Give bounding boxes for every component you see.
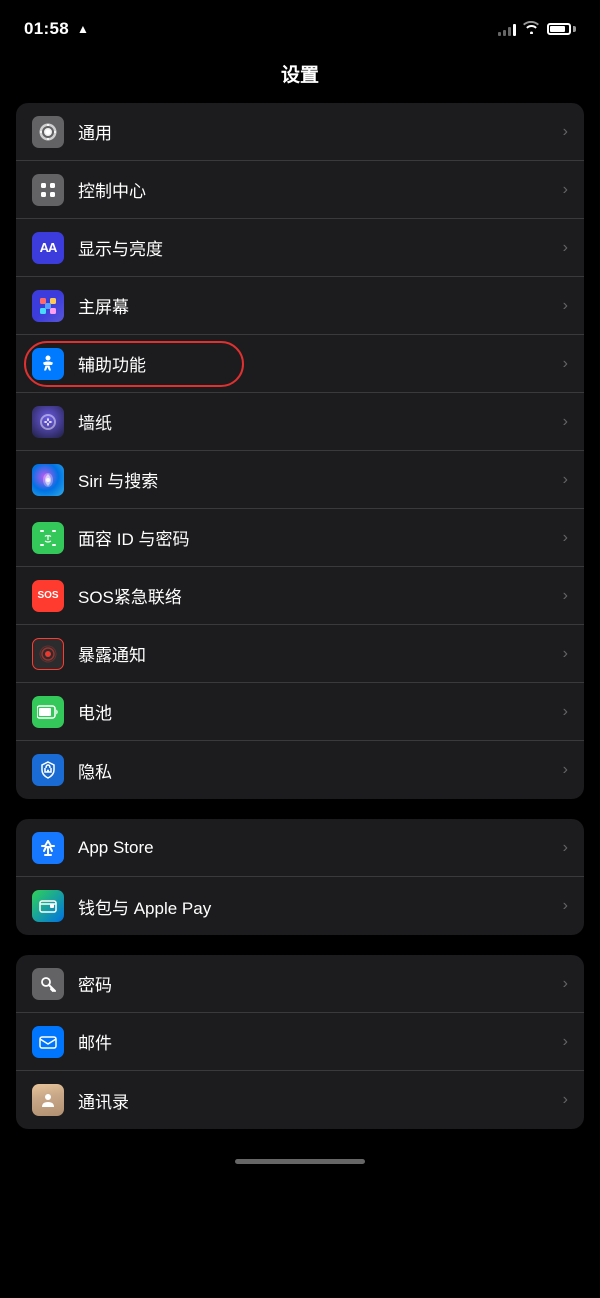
privacy-icon: [32, 754, 64, 786]
settings-row-privacy[interactable]: 隐私 ›: [16, 741, 584, 799]
settings-row-mail[interactable]: 邮件 ›: [16, 1013, 584, 1071]
contacts-label: 通讯录: [78, 1088, 555, 1113]
faceid-label: 面容 ID 与密码: [78, 525, 555, 550]
exposure-chevron: ›: [563, 645, 568, 663]
appstore-icon: [32, 832, 64, 864]
home-bar: [235, 1159, 365, 1164]
settings-group-1: 通用 › 控制中心 › AA 显示与亮度 ›: [16, 103, 584, 799]
wallpaper-label: 墙纸: [78, 409, 555, 434]
accessibility-label: 辅助功能: [78, 351, 555, 376]
signal-bar-3: [508, 27, 511, 36]
homescreen-chevron: ›: [563, 297, 568, 315]
battery-row-icon: [32, 696, 64, 728]
settings-row-accessibility[interactable]: 辅助功能 ›: [16, 335, 584, 393]
privacy-chevron: ›: [563, 761, 568, 779]
settings-row-wallet[interactable]: 钱包与 Apple Pay ›: [16, 877, 584, 935]
time-display: 01:58: [24, 19, 69, 39]
page-title: 设置: [0, 52, 600, 103]
accessibility-icon: [32, 348, 64, 380]
home-indicator: [0, 1149, 600, 1172]
settings-row-faceid[interactable]: 面容 ID 与密码 ›: [16, 509, 584, 567]
passwords-label: 密码: [78, 971, 555, 996]
wallet-label: 钱包与 Apple Pay: [78, 894, 555, 919]
settings-row-battery[interactable]: 电池 ›: [16, 683, 584, 741]
siri-icon: [32, 464, 64, 496]
wallpaper-chevron: ›: [563, 413, 568, 431]
mail-chevron: ›: [563, 1033, 568, 1051]
control-center-label: 控制中心: [78, 177, 555, 202]
battery-icon: [547, 23, 576, 35]
exposure-label: 暴露通知: [78, 641, 555, 666]
battery-label: 电池: [78, 699, 555, 724]
settings-group-3: 密码 › 邮件 › 通讯录 ›: [16, 955, 584, 1129]
general-label: 通用: [78, 119, 555, 144]
siri-label: Siri 与搜索: [78, 467, 555, 492]
status-time: 01:58 ▲: [24, 19, 89, 39]
display-icon: AA: [32, 232, 64, 264]
control-center-icon: [32, 174, 64, 206]
sos-chevron: ›: [563, 587, 568, 605]
wallet-chevron: ›: [563, 897, 568, 915]
settings-row-homescreen[interactable]: 主屏幕 ›: [16, 277, 584, 335]
accessibility-chevron: ›: [563, 355, 568, 373]
contacts-chevron: ›: [563, 1091, 568, 1109]
signal-bar-4: [513, 24, 516, 36]
wifi-icon: [523, 21, 540, 37]
settings-row-display[interactable]: AA 显示与亮度 ›: [16, 219, 584, 277]
appstore-chevron: ›: [563, 839, 568, 857]
appstore-label: App Store: [78, 838, 555, 858]
faceid-chevron: ›: [563, 529, 568, 547]
passwords-icon: [32, 968, 64, 1000]
signal-bars: [498, 22, 516, 36]
settings-row-passwords[interactable]: 密码 ›: [16, 955, 584, 1013]
faceid-icon: [32, 522, 64, 554]
wallpaper-icon: [32, 406, 64, 438]
display-chevron: ›: [563, 239, 568, 257]
homescreen-icon: [32, 290, 64, 322]
settings-row-siri[interactable]: Siri 与搜索 ›: [16, 451, 584, 509]
mail-icon: [32, 1026, 64, 1058]
control-center-chevron: ›: [563, 181, 568, 199]
exposure-icon: [32, 638, 64, 670]
display-label: 显示与亮度: [78, 235, 555, 260]
settings-row-contacts[interactable]: 通讯录 ›: [16, 1071, 584, 1129]
settings-row-control-center[interactable]: 控制中心 ›: [16, 161, 584, 219]
settings-row-appstore[interactable]: App Store ›: [16, 819, 584, 877]
settings-row-exposure[interactable]: 暴露通知 ›: [16, 625, 584, 683]
general-chevron: ›: [563, 123, 568, 141]
settings-group-2: App Store › 钱包与 Apple Pay ›: [16, 819, 584, 935]
battery-chevron: ›: [563, 703, 568, 721]
contacts-icon: [32, 1084, 64, 1116]
status-bar: 01:58 ▲: [0, 0, 600, 52]
settings-row-sos[interactable]: SOS SOS紧急联络 ›: [16, 567, 584, 625]
privacy-label: 隐私: [78, 758, 555, 783]
homescreen-label: 主屏幕: [78, 293, 555, 318]
wallet-icon: [32, 890, 64, 922]
passwords-chevron: ›: [563, 975, 568, 993]
mail-label: 邮件: [78, 1029, 555, 1054]
status-icons: [498, 21, 576, 37]
signal-bar-1: [498, 32, 501, 36]
settings-row-wallpaper[interactable]: 墙纸 ›: [16, 393, 584, 451]
settings-row-general[interactable]: 通用 ›: [16, 103, 584, 161]
signal-bar-2: [503, 30, 506, 36]
location-icon: ▲: [77, 22, 89, 36]
sos-label: SOS紧急联络: [78, 583, 555, 608]
siri-chevron: ›: [563, 471, 568, 489]
general-icon: [32, 116, 64, 148]
sos-icon: SOS: [32, 580, 64, 612]
